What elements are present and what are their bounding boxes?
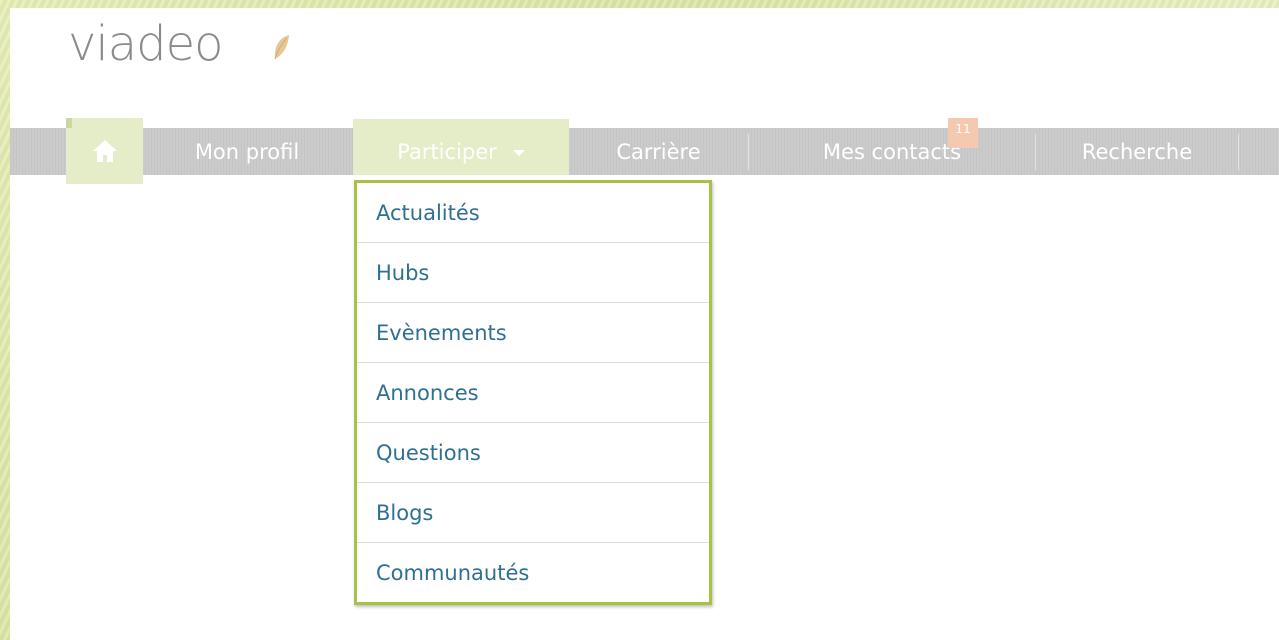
nav-item-label: Participer — [397, 139, 497, 164]
menu-item-label: Evènements — [376, 320, 507, 345]
participer-dropdown-menu: Actualités Hubs Evènements Annonces Ques… — [354, 180, 712, 605]
home-icon — [92, 140, 117, 162]
menu-item-evenements[interactable]: Evènements — [357, 303, 709, 363]
menu-item-label: Annonces — [376, 380, 479, 405]
nav-home-button[interactable] — [66, 118, 143, 184]
menu-item-label: Blogs — [376, 500, 434, 525]
menu-item-label: Actualités — [376, 200, 480, 225]
nav-divider — [1238, 134, 1239, 170]
nav-item-carriere[interactable]: Carrière — [569, 128, 748, 175]
page: viadeo Mon profil Participer Carrière Me… — [10, 8, 1279, 640]
viadeo-logo[interactable]: viadeo — [68, 20, 224, 68]
leaf-icon — [274, 35, 289, 60]
menu-item-questions[interactable]: Questions — [357, 423, 709, 483]
chevron-down-icon — [512, 149, 525, 156]
nav-item-mes-contacts[interactable]: Mes contacts — [749, 128, 1035, 175]
nav-item-label: Recherche — [1081, 139, 1193, 164]
menu-item-label: Hubs — [376, 260, 430, 285]
menu-item-blogs[interactable]: Blogs — [357, 483, 709, 543]
menu-item-actualites[interactable]: Actualités — [357, 183, 709, 243]
logo-text: viadeo — [68, 16, 224, 72]
nav-item-label: Carrière — [616, 139, 701, 164]
menu-item-annonces[interactable]: Annonces — [357, 363, 709, 423]
nav-item-recherche[interactable]: Recherche — [1036, 128, 1238, 175]
nav-item-label: Mon profil — [194, 139, 300, 164]
nav-item-mon-profil[interactable]: Mon profil — [143, 128, 351, 175]
menu-item-hubs[interactable]: Hubs — [357, 243, 709, 303]
menu-item-label: Questions — [376, 440, 481, 465]
nav-item-participer[interactable]: Participer — [353, 119, 569, 175]
menu-item-communautes[interactable]: Communautés — [357, 543, 709, 603]
menu-item-label: Communautés — [376, 561, 530, 585]
badge-count: 11 — [955, 122, 971, 136]
contacts-count-badge: 11 — [948, 118, 978, 148]
nav-item-label: Mes contacts — [822, 139, 962, 164]
